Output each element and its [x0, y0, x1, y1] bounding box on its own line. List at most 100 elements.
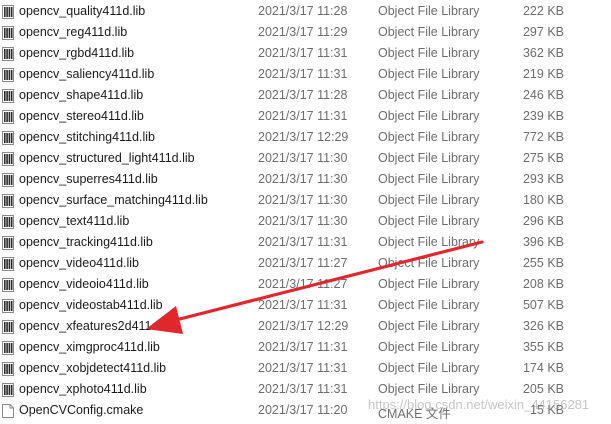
file-name: opencv_quality411d.lib — [19, 4, 146, 18]
file-row[interactable]: opencv_surface_matching411d.lib 2021/3/17… — [0, 190, 611, 211]
lib-file-icon — [2, 110, 14, 124]
file-name: opencv_ximgproc411d.lib — [19, 340, 160, 354]
file-size: 362 KB — [522, 46, 564, 60]
file-row[interactable]: opencv_shape411d.lib 2021/3/17 11:28 Objec… — [0, 85, 611, 106]
file-size: 15 KB — [529, 403, 564, 417]
file-date-modified: 2021/3/17 11:31 — [258, 340, 348, 354]
file-row[interactable]: opencv_superres411d.lib 2021/3/17 11:30 Ob… — [0, 169, 611, 190]
file-type: Object File Library — [378, 88, 480, 102]
lib-file-icon — [2, 257, 14, 271]
file-date-modified: 2021/3/17 11:30 — [258, 193, 348, 207]
lib-file-icon — [2, 299, 14, 313]
file-date-modified: 2021/3/17 11:31 — [258, 235, 348, 249]
file-name: OpenCVConfig.cmake — [19, 403, 144, 417]
file-size: 180 KB — [522, 193, 564, 207]
file-row[interactable]: opencv_stereo411d.lib 2021/3/17 11:31 Obje… — [0, 106, 611, 127]
file-row[interactable]: opencv_tracking411d.lib 2021/3/17 11:31 Ob… — [0, 232, 611, 253]
file-row[interactable]: opencv_quality411d.lib 2021/3/17 11:28 Obj… — [0, 1, 611, 22]
file-date-modified: 2021/3/17 11:31 — [258, 46, 348, 60]
file-name: opencv_videostab411d.lib — [19, 298, 163, 312]
lib-file-icon — [2, 341, 14, 355]
file-name: opencv_stereo411d.lib — [19, 109, 144, 123]
file-type: Object File Library — [378, 109, 480, 123]
file-date-modified: 2021/3/17 11:31 — [258, 109, 348, 123]
file-name: opencv_shape411d.lib — [19, 88, 144, 102]
file-date-modified: 2021/3/17 11:31 — [258, 382, 348, 396]
file-row[interactable]: opencv_videoio411d.lib 2021/3/17 11:27 Obj… — [0, 274, 611, 295]
file-type: Object File Library — [378, 172, 480, 186]
file-name: opencv_rgbd411d.lib — [19, 46, 135, 60]
file-name: opencv_xfeatures2d411d.lib — [19, 319, 175, 333]
file-date-modified: 2021/3/17 11:30 — [258, 214, 348, 228]
file-size: 507 KB — [522, 298, 564, 312]
file-date-modified: 2021/3/17 11:28 — [258, 88, 348, 102]
file-size: 296 KB — [522, 214, 564, 228]
file-size: 275 KB — [522, 151, 564, 165]
file-type: Object File Library — [378, 298, 480, 312]
lib-file-icon — [2, 26, 14, 40]
file-name: opencv_text411d.lib — [19, 214, 130, 228]
file-row[interactable]: opencv_saliency411d.lib 2021/3/17 11:31 Ob… — [0, 64, 611, 85]
file-type: Object File Library — [378, 214, 480, 228]
lib-file-icon — [2, 194, 14, 208]
lib-file-icon — [2, 68, 14, 82]
file-size: 297 KB — [522, 25, 564, 39]
file-name: opencv_videoio411d.lib — [19, 277, 149, 291]
file-list: opencv_quality411d.lib 2021/3/17 11:28 Obj… — [0, 1, 611, 421]
file-date-modified: 2021/3/17 12:29 — [258, 319, 349, 333]
file-type: Object File Library — [378, 382, 480, 396]
lib-file-icon — [2, 383, 14, 397]
file-type: Object File Library — [378, 67, 480, 81]
file-row[interactable]: opencv_ximgproc411d.lib 2021/3/17 11:31 Ob… — [0, 337, 611, 358]
file-date-modified: 2021/3/17 11:31 — [258, 298, 348, 312]
file-type: Object File Library — [378, 151, 480, 165]
lib-file-icon — [2, 173, 14, 187]
file-date-modified: 2021/3/17 11:27 — [258, 256, 348, 270]
file-size: 293 KB — [522, 172, 564, 186]
file-size: 326 KB — [522, 319, 564, 333]
file-date-modified: 2021/3/17 11:31 — [258, 67, 348, 81]
file-row[interactable]: opencv_xfeatures2d411d.lib 2021/3/17 12:2… — [0, 316, 611, 337]
file-row[interactable]: opencv_stitching411d.lib 2021/3/17 12:29 O… — [0, 127, 611, 148]
file-type: Object File Library — [378, 319, 480, 333]
file-row[interactable]: opencv_xobjdetect411d.lib 2021/3/17 11:31… — [0, 358, 611, 379]
lib-file-icon — [2, 47, 14, 61]
file-type: CMAKE 文件 — [378, 407, 451, 421]
file-name: opencv_video411d.lib — [19, 256, 140, 270]
file-size: 219 KB — [522, 67, 564, 81]
lib-file-icon — [2, 215, 14, 229]
file-date-modified: 2021/3/17 11:27 — [258, 277, 348, 291]
file-row[interactable]: opencv_reg411d.lib 2021/3/17 11:29 Object … — [0, 22, 611, 43]
file-name: opencv_superres411d.lib — [19, 172, 158, 186]
file-type: Object File Library — [378, 130, 480, 144]
file-row[interactable]: OpenCVConfig.cmake 2021/3/17 11:20 CMAKE 文… — [0, 400, 611, 421]
file-row[interactable]: opencv_structured_light411d.lib 2021/3/17… — [0, 148, 611, 169]
file-size: 174 KB — [522, 361, 564, 375]
lib-file-icon — [2, 278, 14, 292]
file-type: Object File Library — [378, 256, 480, 270]
file-date-modified: 2021/3/17 11:20 — [258, 403, 348, 417]
file-size: 222 KB — [522, 4, 564, 18]
file-name: opencv_xphoto411d.lib — [19, 382, 147, 396]
file-row[interactable]: opencv_videostab411d.lib 2021/3/17 11:31 O… — [0, 295, 611, 316]
file-type: Object File Library — [378, 361, 480, 375]
lib-file-icon — [2, 320, 14, 334]
file-date-modified: 2021/3/17 11:29 — [258, 25, 348, 39]
file-size: 246 KB — [522, 88, 564, 102]
file-date-modified: 2021/3/17 11:31 — [258, 361, 348, 375]
file-name: opencv_saliency411d.lib — [19, 67, 155, 81]
file-type: Object File Library — [378, 25, 480, 39]
cmake-file-icon — [2, 404, 14, 418]
file-size: 355 KB — [522, 340, 564, 354]
file-row[interactable]: opencv_text411d.lib 2021/3/17 11:30 Object… — [0, 211, 611, 232]
file-row[interactable]: opencv_rgbd411d.lib 2021/3/17 11:31 Object… — [0, 43, 611, 64]
file-name: opencv_surface_matching411d.lib — [19, 193, 208, 207]
file-date-modified: 2021/3/17 11:30 — [258, 172, 348, 186]
file-name: opencv_stitching411d.lib — [19, 130, 155, 144]
file-date-modified: 2021/3/17 11:28 — [258, 4, 348, 18]
file-size: 205 KB — [522, 382, 564, 396]
file-row[interactable]: opencv_video411d.lib 2021/3/17 11:27 Objec… — [0, 253, 611, 274]
file-row[interactable]: opencv_xphoto411d.lib 2021/3/17 11:31 Obje… — [0, 379, 611, 400]
lib-file-icon — [2, 131, 14, 145]
file-type: Object File Library — [378, 193, 480, 207]
